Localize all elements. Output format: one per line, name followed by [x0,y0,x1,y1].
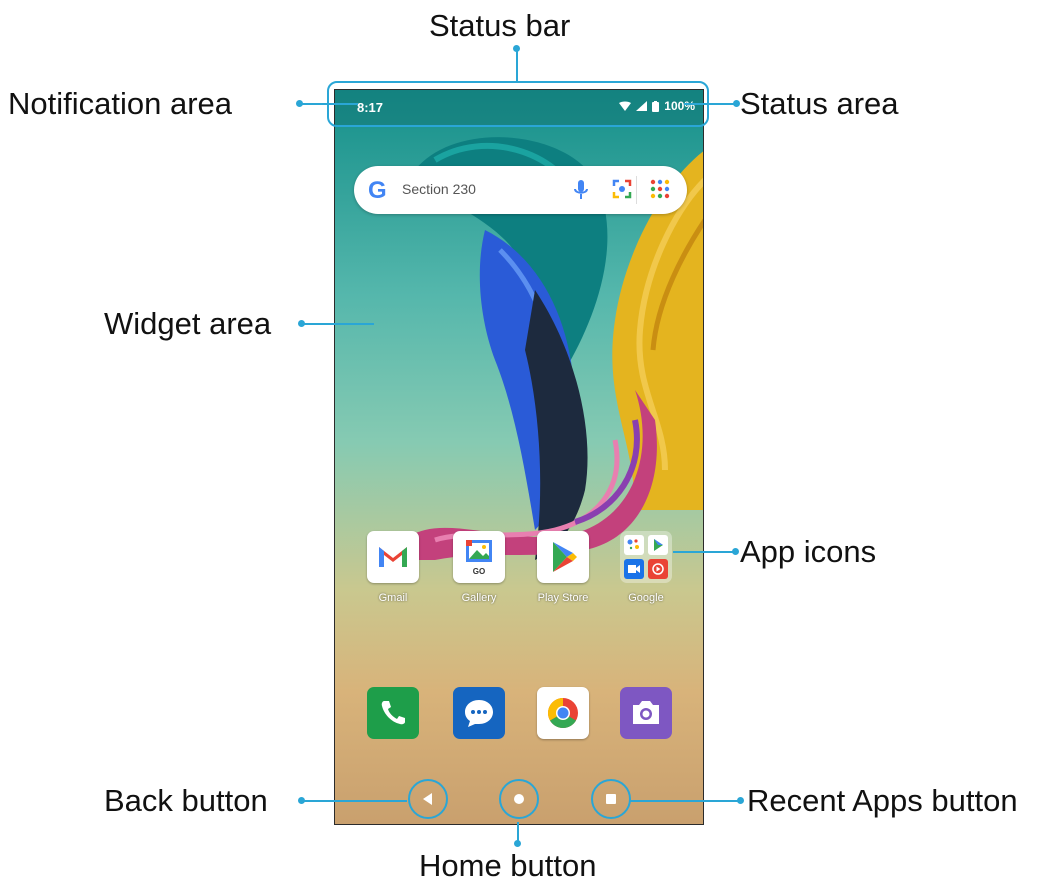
label-status-bar: Status bar [429,8,571,43]
marker-back-button [298,797,305,804]
phone-glyph [381,701,405,725]
status-bar-bracket [327,81,709,127]
google-folder-icon[interactable] [620,531,672,583]
marker-recent-apps-button [737,797,744,804]
play-store-glyph [553,542,577,572]
messages-icon[interactable] [453,687,505,739]
connector-widget-area [300,323,374,325]
recent-apps-button[interactable] [591,779,631,819]
app-label-gmail: Gmail [378,592,408,604]
marker-home-button [514,840,521,847]
label-widget-area: Widget area [104,306,272,341]
connector-app-icons [673,551,735,553]
label-back-button: Back button [104,783,268,818]
mini-play-icon [648,535,668,555]
messages-glyph [465,700,493,727]
phone-icon[interactable] [367,687,419,739]
app-label-play-store: Play Store [537,592,589,604]
meet-icon [624,559,644,579]
lens-icon[interactable] [612,179,632,199]
home-icon [514,794,524,804]
app-label-google: Google [628,592,664,604]
search-widget[interactable]: G Section 230 [354,166,687,214]
label-app-icons: App icons [740,534,877,569]
label-home-button: Home button [419,848,597,883]
connector-status-area [684,103,736,105]
home-button[interactable] [499,779,539,819]
connector-status-bar [516,47,518,81]
app-label-gallery: Gallery [461,592,497,604]
google-logo: G [368,177,387,204]
chrome-icon[interactable] [537,687,589,739]
assistant-icon [624,535,644,555]
gmail-glyph [379,547,407,567]
gmail-icon[interactable] [367,531,419,583]
camera-glyph [633,701,659,724]
search-input[interactable]: Section 230 [402,181,476,197]
phone-screen: 8:17 100% G Section 230 Gmail GO Gallery… [334,89,704,825]
label-recent-apps-button: Recent Apps button [747,783,1018,818]
gallery-icon[interactable]: GO [453,531,505,583]
youtube-icon [648,559,668,579]
connector-notification-area [298,103,358,105]
marker-notification-area [296,100,303,107]
connector-back-button [300,800,407,802]
label-status-area: Status area [740,86,899,121]
marker-app-icons [732,548,739,555]
marker-status-bar [513,45,520,52]
recent-apps-icon [606,794,616,804]
camera-icon[interactable] [620,687,672,739]
back-button[interactable] [408,779,448,819]
label-notification-area: Notification area [8,86,233,121]
search-divider [636,176,637,204]
apps-grid-icon[interactable] [649,178,671,200]
marker-widget-area [298,320,305,327]
connector-recent-apps-button [630,800,740,802]
play-store-icon[interactable] [537,531,589,583]
gallery-badge: GO [472,567,486,576]
marker-status-area [733,100,740,107]
chrome-glyph [547,698,578,729]
back-icon [423,793,432,805]
mic-icon[interactable] [573,178,589,202]
